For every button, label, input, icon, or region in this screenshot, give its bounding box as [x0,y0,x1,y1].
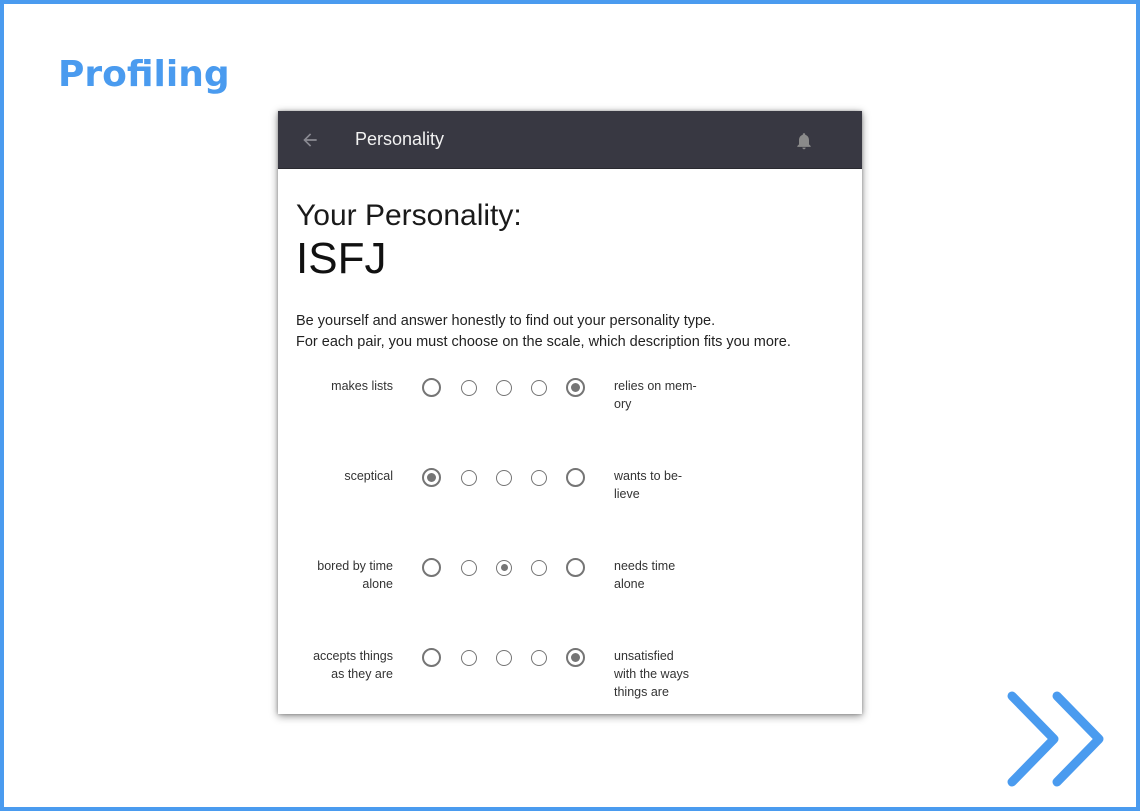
question-list: makes lists relies on mem- ory sceptical wa… [296,377,844,714]
app-bar-title: Personality [355,129,445,149]
scale-radio-5[interactable] [566,648,585,667]
question-row: sceptical wants to be- lieve [296,467,844,557]
app-bar: Personality [278,111,862,169]
scale-radio-2[interactable] [461,469,477,486]
scale-radio-3[interactable] [496,649,512,666]
slide-title: Profiling [58,54,230,95]
arrow-left-icon[interactable] [300,130,320,150]
scale-radio-1[interactable] [422,468,441,487]
phone-screen: Personality Your Personality: ISFJ Be yo… [278,111,862,714]
scale-radio-5[interactable] [566,378,585,397]
scale-radio-5[interactable] [566,558,585,577]
question-right-label: relies on mem- ory [614,379,697,411]
question-right-label: wants to be- lieve [614,469,683,501]
intro-line-1: Be yourself and answer honestly to find … [296,313,716,329]
scale-radio-3[interactable] [496,469,512,486]
scale-radio-1[interactable] [422,378,441,397]
page-heading: Your Personality: [296,199,522,232]
double-chevron-right-icon[interactable] [1004,688,1108,790]
scale-radio-2[interactable] [461,379,477,396]
scale-radio-2[interactable] [461,559,477,576]
scale-radio-2[interactable] [461,649,477,666]
question-left-label: sceptical [344,469,393,483]
scale-radio-3[interactable] [496,379,512,396]
bell-icon[interactable] [794,130,814,152]
question-right-label: unsatisfied with the ways things are [614,649,690,699]
question-row: makes lists relies on mem- ory [296,377,844,467]
question-left-label: bored by time alone [317,559,393,591]
question-row: accepts things as they are unsatisfied wi… [296,647,844,714]
personality-result: ISFJ [296,234,387,283]
question-left-label: makes lists [331,379,393,393]
scale-radio-4[interactable] [531,649,547,666]
intro-line-2: For each pair, you must choose on the sc… [296,334,791,350]
scale-radio-4[interactable] [531,469,547,486]
scale-radio-4[interactable] [531,379,547,396]
scale-radio-3[interactable] [496,559,512,576]
scale-radio-5[interactable] [566,468,585,487]
intro-text: Be yourself and answer honestly to find … [296,311,844,353]
question-right-label: needs time alone [614,559,676,591]
content: Your Personality: ISFJ Be yourself and a… [278,199,862,714]
question-row: bored by time alone needs time alone [296,557,844,647]
scale-radio-1[interactable] [422,558,441,577]
scale-radio-1[interactable] [422,648,441,667]
scale-radio-4[interactable] [531,559,547,576]
question-left-label: accepts things as they are [313,649,393,681]
